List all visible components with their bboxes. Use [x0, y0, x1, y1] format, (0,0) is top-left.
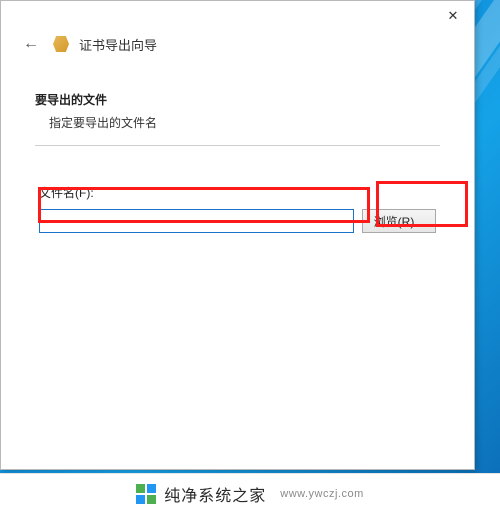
wizard-body: 要导出的文件 指定要导出的文件名 文件名(F): 浏览(R)... [1, 67, 474, 233]
watermark-brand: 纯净系统之家 [164, 482, 266, 506]
filename-field-block: 文件名(F): 浏览(R)... [35, 184, 440, 233]
section-title: 要导出的文件 [35, 91, 440, 108]
titlebar: ✕ [1, 1, 474, 31]
close-button[interactable]: ✕ [432, 1, 474, 31]
watermark-bar: 纯净系统之家 www.ywczj.com [0, 473, 500, 512]
back-button[interactable]: ← [19, 33, 43, 55]
wizard-header: ← 证书导出向导 [1, 31, 474, 67]
filename-row: 浏览(R)... [39, 209, 436, 233]
filename-input[interactable] [39, 209, 354, 233]
browse-button[interactable]: 浏览(R)... [362, 209, 436, 233]
divider [35, 145, 440, 146]
filename-label: 文件名(F): [39, 184, 436, 201]
watermark-url: www.ywczj.com [280, 488, 364, 500]
wizard-title: 证书导出向导 [79, 35, 157, 54]
wizard-dialog: ✕ ← 证书导出向导 要导出的文件 指定要导出的文件名 文件名(F): 浏览(R… [0, 0, 475, 470]
desktop-background: ✕ ← 证书导出向导 要导出的文件 指定要导出的文件名 文件名(F): 浏览(R… [0, 0, 500, 512]
section-subtitle: 指定要导出的文件名 [49, 114, 440, 131]
certificate-icon [53, 36, 69, 52]
watermark-logo-icon [136, 484, 156, 504]
